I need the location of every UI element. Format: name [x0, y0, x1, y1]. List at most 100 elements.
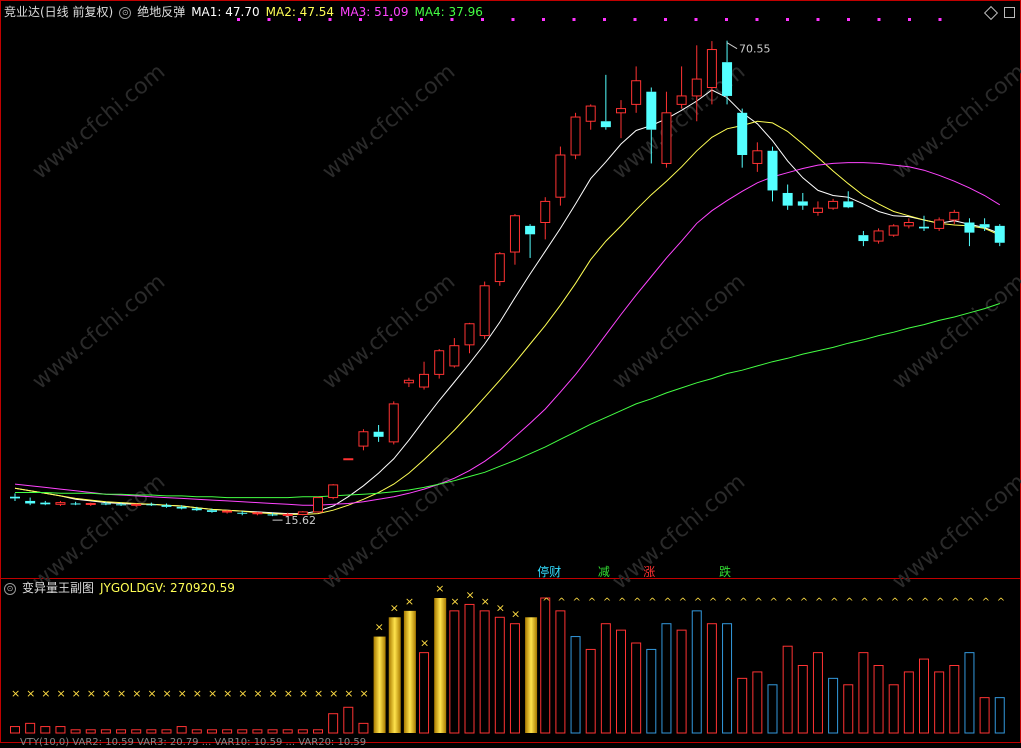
volume-bar: [843, 684, 854, 734]
signal-label: 减: [598, 565, 610, 579]
x-marker: ×: [481, 595, 490, 608]
candle: [797, 192, 808, 210]
candle: [888, 224, 899, 237]
volume-markers: × × × × × × × × × × × × × × × × × × × × × × × × × × × × × × × × × × ^ ^ ^ ^ ^ ^…: [11, 582, 1005, 700]
volume-bar: [722, 623, 733, 734]
candle: [449, 338, 460, 368]
candle-body: [191, 508, 202, 511]
ma-line-ma3: [14, 162, 1001, 506]
x-marker: ×: [117, 687, 126, 700]
volume-bar: [146, 729, 157, 734]
volume-bar: [116, 729, 127, 734]
caret-marker: ^: [982, 597, 990, 608]
candle: [585, 104, 596, 130]
top-dot-marker: [694, 18, 698, 21]
candle-body: [85, 502, 96, 505]
caret-marker: ^: [679, 597, 687, 608]
candle-body: [313, 497, 323, 513]
top-dot-marker: [633, 18, 637, 21]
x-marker: ×: [223, 687, 232, 700]
candle-body: [737, 112, 748, 155]
caret-marker: ^: [845, 597, 853, 608]
volume-bar: [297, 729, 308, 734]
candle: [843, 191, 854, 209]
candle: [994, 224, 1005, 247]
candle-body: [373, 431, 384, 437]
candle: [525, 224, 536, 258]
candle-body: [585, 105, 596, 122]
volume-bar: [449, 610, 460, 734]
volume-bar: [222, 729, 233, 734]
x-marker: ×: [405, 595, 414, 608]
sub-indicator-value: JYGOLDGV: 270920.59: [100, 581, 235, 595]
volume-bar: [85, 729, 96, 734]
candle-body: [252, 512, 263, 515]
x-marker: ×: [359, 687, 368, 700]
candle: [616, 100, 626, 139]
volume-bar: [282, 729, 293, 734]
x-marker: ×: [56, 687, 65, 700]
candle-body: [661, 112, 672, 164]
x-marker: ×: [11, 687, 20, 700]
indicator-name[interactable]: 绝地反弹: [137, 5, 185, 19]
candle: [631, 66, 642, 113]
candle-body: [903, 222, 914, 227]
main-chart-header: 竞业达(日线 前复权) ⊙ 绝地反弹 MA1: 47.70 MA2: 47.54 MA3:…: [4, 4, 489, 20]
candle-body: [222, 510, 233, 513]
x-marker: ×: [450, 595, 459, 608]
volume-bar: [206, 729, 217, 734]
candle-body: [812, 207, 823, 213]
candle: [812, 201, 823, 216]
volume-bar: [40, 726, 51, 734]
x-marker: ×: [178, 687, 187, 700]
signal-label: 停财: [537, 564, 561, 579]
sub-indicator-name[interactable]: 变异量王副图: [22, 581, 94, 595]
candle: [767, 146, 778, 202]
caret-marker: ^: [709, 597, 717, 608]
caret-marker: ^: [997, 597, 1005, 608]
watermark-layer: www.cfchi.com www.cfchi.com www.cfchi.com w…: [28, 59, 1021, 594]
candle-body: [55, 502, 66, 505]
candle-body: [646, 91, 657, 130]
caret-marker: ^: [694, 597, 702, 608]
candle-body: [358, 431, 369, 447]
caret-marker: ^: [966, 597, 974, 608]
candle-body: [631, 80, 642, 105]
caret-marker: ^: [921, 597, 929, 608]
candle-body: [919, 226, 929, 229]
candle-body: [100, 503, 111, 505]
candle: [343, 458, 354, 461]
ma2-value: MA2: 47.54: [265, 5, 335, 19]
candle-body: [434, 350, 445, 375]
candle-body: [767, 150, 778, 191]
x-marker: ×: [435, 582, 444, 595]
settings-circle-icon[interactable]: ⊙: [4, 582, 16, 595]
caret-marker: ^: [815, 597, 823, 608]
chart-frame: www.cfchi.com www.cfchi.com www.cfchi.com w…: [0, 0, 1021, 743]
x-marker: ×: [344, 687, 353, 700]
volume-bar-gold: [525, 617, 538, 733]
candle-body: [797, 201, 808, 206]
volume-bar: [509, 623, 520, 734]
candle: [388, 401, 399, 445]
candle-body: [206, 510, 217, 512]
candle: [570, 112, 581, 160]
x-marker: ×: [102, 687, 111, 700]
candle-body: [525, 225, 536, 235]
volume-bar-gold: [403, 610, 416, 733]
volume-bar: [616, 629, 626, 734]
x-marker: ×: [193, 687, 202, 700]
caret-marker: ^: [573, 597, 581, 608]
x-marker: ×: [208, 687, 217, 700]
settings-circle-icon[interactable]: ⊙: [119, 6, 132, 19]
candle-body: [464, 323, 475, 346]
moving-average-lines: [14, 89, 1001, 515]
ma3-value: MA3: 51.09: [340, 5, 409, 19]
x-marker: ×: [132, 687, 141, 700]
candle-body: [70, 503, 81, 505]
pane-close-box-icon[interactable]: [1004, 7, 1015, 18]
top-dot-marker: [786, 18, 789, 21]
stock-title[interactable]: 竞业达(日线 前复权): [4, 5, 113, 19]
candle-body: [873, 230, 884, 242]
candle: [40, 500, 51, 506]
